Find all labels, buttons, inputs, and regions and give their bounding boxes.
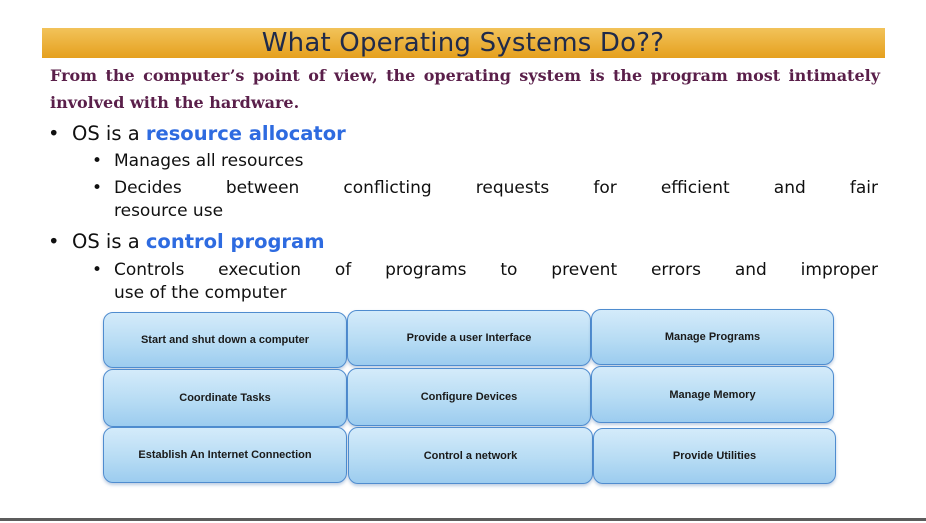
bullet-text: OS is a bbox=[72, 122, 146, 145]
box-coordinate-tasks: Coordinate Tasks bbox=[103, 369, 347, 427]
subbullet-dot: • bbox=[92, 260, 103, 280]
box-provide-utilities: Provide Utilities bbox=[593, 428, 836, 484]
box-internet-connection: Establish An Internet Connection bbox=[103, 427, 347, 483]
subbullet-controls-execution: • Controls execution of programs to prev… bbox=[92, 259, 878, 305]
bullet-highlight: resource allocator bbox=[145, 122, 346, 145]
subbullet-dot: • bbox=[92, 178, 103, 198]
box-control-network: Control a network bbox=[348, 427, 593, 484]
subbullet-text-line1: Decides between conflicting requests for… bbox=[114, 178, 878, 198]
subbullet-text-line1: Controls execution of programs to preven… bbox=[114, 260, 878, 280]
bullet-text: OS is a bbox=[72, 230, 146, 253]
box-configure-devices: Configure Devices bbox=[347, 368, 591, 426]
box-manage-memory: Manage Memory bbox=[591, 366, 834, 423]
bullet-dot: • bbox=[48, 122, 60, 145]
subbullet-text-line2: use of the computer bbox=[114, 283, 287, 303]
subbullet-text: Manages all resources bbox=[114, 151, 304, 171]
subbullet-decides-requests: • Decides between conflicting requests f… bbox=[92, 177, 878, 223]
bottom-divider bbox=[0, 518, 926, 521]
intro-text: From the computer’s point of view, the o… bbox=[50, 66, 880, 112]
slide-title: What Operating Systems Do?? bbox=[261, 28, 665, 58]
bullet-dot: • bbox=[48, 230, 60, 253]
slide: What Operating Systems Do?? From the com… bbox=[0, 0, 926, 523]
subbullet-dot: • bbox=[92, 151, 103, 171]
box-manage-programs: Manage Programs bbox=[591, 309, 834, 365]
box-start-shutdown: Start and shut down a computer bbox=[103, 312, 347, 368]
box-user-interface: Provide a user Interface bbox=[347, 310, 591, 366]
bullet-control-program: • OS is a control program bbox=[48, 229, 325, 255]
bullet-highlight: control program bbox=[145, 230, 325, 253]
bullet-resource-allocator: • OS is a resource allocator bbox=[48, 121, 346, 147]
subbullet-manages-resources: • Manages all resources bbox=[92, 150, 878, 173]
subbullet-text-line2: resource use bbox=[114, 201, 224, 221]
